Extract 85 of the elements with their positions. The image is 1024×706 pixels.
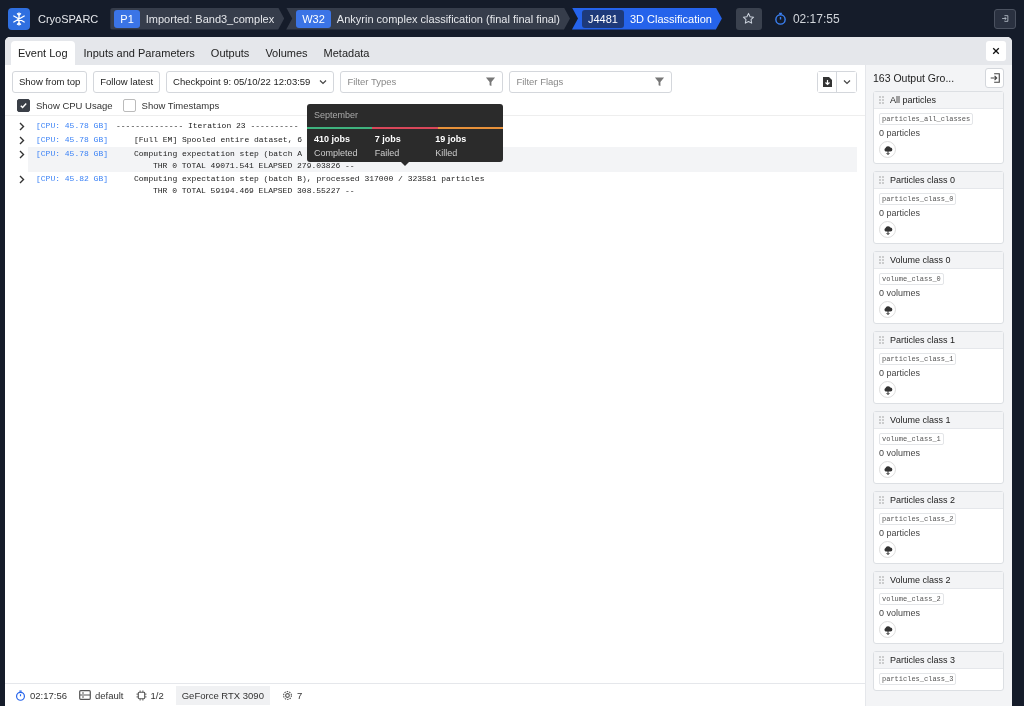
tab[interactable]: Metadata <box>316 41 377 65</box>
cpu-usage: [CPU: 45.78 GB] <box>36 149 109 158</box>
snowflake-logo-icon <box>8 7 30 30</box>
group-title: Particles class 0 <box>890 175 956 185</box>
item-count: 0 volumes <box>879 608 921 618</box>
filter-types-field[interactable]: Filter Types <box>340 70 504 93</box>
item-count: 0 particles <box>879 528 921 538</box>
log-message: Computing expectation step (batch A <box>134 149 303 158</box>
cpu-usage: [CPU: 45.78 GB] <box>36 135 109 144</box>
exit-icon[interactable] <box>988 72 1001 84</box>
thread-count: 7 <box>296 689 303 701</box>
group-title: Volume class 2 <box>890 575 951 585</box>
tab[interactable]: Volumes <box>258 41 315 65</box>
server-icon <box>79 690 91 700</box>
filter-icon[interactable] <box>485 75 497 87</box>
drag-handle-icon[interactable] <box>879 656 884 664</box>
close-icon[interactable] <box>992 46 1000 56</box>
cpu-usage: [CPU: 45.82 GB] <box>36 174 109 183</box>
stat-label: Killed <box>435 148 459 158</box>
group-title: Volume class 0 <box>890 255 951 265</box>
tab[interactable]: Inputs and Parameters <box>76 41 202 65</box>
caret-icon[interactable] <box>319 78 328 85</box>
log-message: [Full EM] Spooled entire dataset, 6 <box>134 135 303 144</box>
log-detail: THR 0 TOTAL 49071.541 ELAPSED 279.03826 -- <box>152 161 355 170</box>
gpu-count: 1/2 <box>150 689 164 701</box>
item-count: 0 particles <box>879 208 921 218</box>
item-count: 0 volumes <box>879 288 921 298</box>
drag-handle-icon[interactable] <box>879 256 884 264</box>
item-count: 0 particles <box>879 128 921 138</box>
log-message: Computing expectation step (batch B), processed 317000 / 323581 particles <box>134 174 485 183</box>
caret-icon[interactable] <box>842 78 851 85</box>
collapse-button[interactable] <box>985 68 1004 88</box>
check-icon[interactable] <box>19 101 28 110</box>
stat-value: 19 jobs <box>435 134 468 144</box>
gpu-name: GeForce RTX 3090 <box>175 685 270 705</box>
stat-value: 410 jobs <box>314 134 352 144</box>
elapsed-time: 02:17:56 <box>30 689 67 701</box>
group-title: All particles <box>890 95 936 105</box>
log-message: -------------- Iteration 23 ---------- <box>116 121 299 130</box>
cpu-usage: [CPU: 45.78 GB] <box>36 121 109 130</box>
stat-label: Failed <box>374 148 401 158</box>
gear-icon <box>281 689 293 701</box>
stat-value: 7 jobs <box>374 134 402 144</box>
stat-label: Completed <box>314 148 359 158</box>
drag-handle-icon[interactable] <box>879 96 884 104</box>
download-button[interactable] <box>818 71 837 92</box>
chevron-icon[interactable] <box>19 175 25 184</box>
chip-icon <box>135 689 147 701</box>
log-detail: THR 0 TOTAL 59194.469 ELAPSED 308.55227 -- <box>152 186 355 195</box>
group-title: Volume class 1 <box>890 415 951 425</box>
item-count: 0 particles <box>879 368 921 378</box>
app-name: CryoSPARC <box>38 12 99 25</box>
exit-button[interactable] <box>994 8 1016 29</box>
group-title: Particles class 1 <box>890 335 956 345</box>
download-icon[interactable] <box>821 75 833 88</box>
filter-flags-field[interactable]: Filter Flags <box>509 70 673 93</box>
lane-name: default <box>95 689 124 701</box>
star-icon[interactable] <box>742 12 756 25</box>
sidebar-title: 163 Output Gro... <box>873 72 955 84</box>
drag-handle-icon[interactable] <box>879 336 884 344</box>
stopwatch-icon <box>15 689 26 701</box>
checkpoint-dropdown[interactable]: Checkpoint 9: 05/10/22 12:03:59 <box>166 70 335 93</box>
stopwatch-icon <box>773 12 787 25</box>
toolbar-button[interactable]: Follow latest <box>93 70 161 93</box>
group-title: Particles class 3 <box>890 655 956 665</box>
drag-handle-icon[interactable] <box>879 496 884 504</box>
breadcrumb-item[interactable]: P1 Imported: Band3_complex <box>110 7 285 30</box>
drag-handle-icon[interactable] <box>879 576 884 584</box>
filter-icon[interactable] <box>654 75 666 87</box>
group-title: Particles class 2 <box>890 495 956 505</box>
close-button[interactable] <box>986 41 1006 61</box>
item-count: 0 volumes <box>879 448 921 458</box>
tab[interactable]: Outputs <box>203 41 257 65</box>
drag-handle-icon[interactable] <box>879 176 884 184</box>
breadcrumb-item[interactable]: W32 Ankyrin complex classification (final final final) <box>286 7 570 30</box>
drag-handle-icon[interactable] <box>879 416 884 424</box>
elapsed-time: 02:17:55 <box>792 11 840 26</box>
star-button[interactable] <box>735 7 762 30</box>
checkbox-option[interactable]: Show CPU Usage <box>17 99 113 112</box>
tooltip-title: September <box>313 109 360 122</box>
tab[interactable]: Event Log <box>11 41 75 65</box>
exit-icon[interactable] <box>1001 12 1009 25</box>
breadcrumb-item[interactable]: J4481 3D Classification <box>572 7 722 30</box>
toolbar-button[interactable]: Show from top <box>12 70 88 93</box>
checkbox-option[interactable]: Show Timestamps <box>122 99 220 112</box>
